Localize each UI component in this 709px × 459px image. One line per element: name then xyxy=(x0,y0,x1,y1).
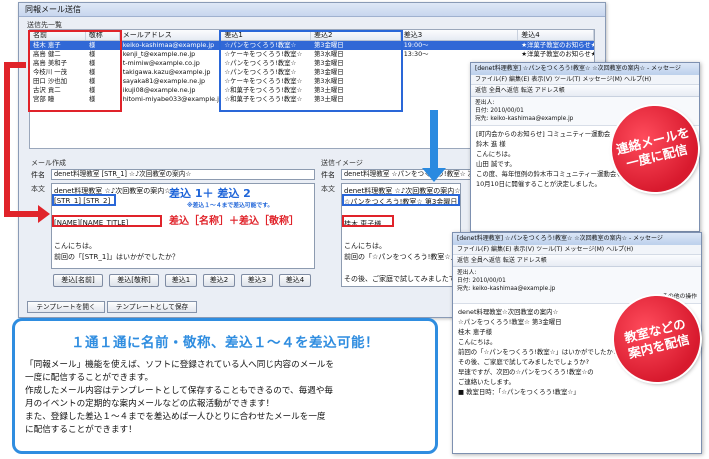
table-cell: kenji_t@example.ne.jp xyxy=(122,50,196,58)
table-cell: keiko-kashimaa@example.jp xyxy=(122,41,215,49)
preview-name-highlight xyxy=(342,215,394,227)
table-cell: ikuji08@example.ne.jp xyxy=(122,86,196,94)
mail2-date: 日付: 2010/00/01 xyxy=(457,278,506,284)
tab-open-template[interactable]: テンプレートを開く xyxy=(27,301,105,313)
mail2-to: 宛先: keiko-kashimaa@example.jp xyxy=(457,286,556,292)
name-title-callout: 差込［名称］＋差込［敬称］ xyxy=(169,216,299,227)
preview-subject-label: 件名 xyxy=(321,170,335,179)
preview-line: その後、ご家庭で試してみましたでしょうか? xyxy=(344,275,460,283)
mail1-toolbar[interactable]: 返信 全員へ返信 転送 アドレス帳 xyxy=(471,85,699,97)
body-line: こんにちは。 xyxy=(54,242,96,250)
subject-input[interactable]: denet料理教室 [STR_1] ☆♪次回教室の案内☆ xyxy=(51,169,315,180)
mail2-title: [denet料理教室] ☆パンをつくろう!教室☆ ☆次回教室の案内☆ - メッセ… xyxy=(453,233,701,245)
table-cell: 13:30～ xyxy=(403,50,429,58)
table-cell: 19:00～ xyxy=(403,41,429,49)
preview-line xyxy=(344,263,458,274)
table-cell: ★洋菓子教室のお知らせ★ xyxy=(521,41,595,49)
preview-line xyxy=(344,230,458,241)
info-paragraph: また、登録した差込１～４までを差込めば一人ひとりに合わせたメールを一度 xyxy=(25,412,326,422)
preview-line: 前回の「☆パンをつくろう!教室☆」はいかがでしたか? xyxy=(344,253,460,261)
mail2-line: ■ 教室日時：「☆パンをつくろう!教室☆」 xyxy=(458,388,580,396)
info-paragraph: 一度に配信することができます。 xyxy=(25,373,154,383)
insert12-callout: 差込 1＋ 差込 2 xyxy=(169,187,251,200)
insert-name-button[interactable]: 差込[名前] xyxy=(53,274,103,287)
red-arrow-vertical xyxy=(4,62,10,217)
insert2-button[interactable]: 差込2 xyxy=(203,274,235,287)
col-email[interactable]: メールアドレス xyxy=(120,30,222,40)
body-line: 前回の「[STR_1]」はいかがでしたか？ xyxy=(54,253,179,261)
mail1-menu[interactable]: ファイル(F) 編集(E) 表示(V) ツール(T) メッセージ(M) ヘルプ(… xyxy=(471,75,699,85)
info-paragraph: 作成したメール内容はテンプレートとして保存することもできるので、毎週や毎 xyxy=(25,386,334,396)
subject-label: 件名 xyxy=(31,170,45,179)
body-line xyxy=(54,230,312,241)
red-arrow-bottom xyxy=(4,211,40,217)
preview-body-label: 本文 xyxy=(321,185,335,193)
str-placeholder-highlight xyxy=(52,194,116,206)
insert3-button[interactable]: 差込3 xyxy=(241,274,273,287)
preview-label: 送信イメージ xyxy=(321,159,363,167)
insert1-button[interactable]: 差込1 xyxy=(165,274,197,287)
col-insert3[interactable]: 差込3 xyxy=(401,30,519,40)
mail2-toolbar[interactable]: 返信 全員へ返信 転送 アドレス帳 xyxy=(453,255,701,267)
insert12-note: ※差込１～４まで差込可能です。 xyxy=(187,203,274,209)
preview-subject-row: 件名 denet料理教室 ☆パンをつくろう!教室☆ 次回教室の案内☆ xyxy=(321,169,481,180)
info-paragraph: に配信することができます！ xyxy=(25,425,137,435)
red-arrow-head xyxy=(38,205,50,223)
mail2-from: 差出人: xyxy=(457,270,477,276)
info-title: １通１通に名前・敬称、差込１～４を差込可能！ xyxy=(71,335,379,351)
table-cell: ★洋菓子教室のお知らせ★ xyxy=(521,50,595,58)
table-cell: takigawa.kazu@example.jp xyxy=(122,68,211,76)
name-placeholder-highlight xyxy=(52,215,162,227)
subject-row: 件名 denet料理教室 [STR_1] ☆♪次回教室の案内☆ xyxy=(31,169,315,180)
preview-insert-highlight xyxy=(342,194,460,206)
preview-line: こんにちは。 xyxy=(344,242,386,250)
blue-arrow-head xyxy=(422,168,446,182)
info-box: １通１通に名前・敬称、差込１～４を差込可能！ 「同報メール」機能を使えば、ソフト… xyxy=(12,318,438,454)
preview-subject: denet料理教室 ☆パンをつくろう!教室☆ 次回教室の案内☆ xyxy=(341,169,481,180)
insert-highlight xyxy=(219,30,403,112)
insert-title-button[interactable]: 差込[敬称] xyxy=(109,274,159,287)
body-label: 本文 xyxy=(31,185,45,193)
mail1-title: [denet料理教室] ☆パンをつくろう!教室☆ ☆次回教室の案内☆ - メッセ… xyxy=(471,63,699,75)
info-paragraph: 「同報メール」機能を使えば、ソフトに登録されている人へ同じ内容のメールを xyxy=(25,360,335,370)
tab-save-template[interactable]: テンプレートとして保存 xyxy=(107,301,197,313)
table-cell: sayaka81@example.ne.jp xyxy=(122,77,206,85)
info-paragraph: 月のイベントの定期的な案内メールなどの広報活動ができます！ xyxy=(25,399,275,409)
mail2-menu[interactable]: ファイル(F) 編集(E) 表示(V) ツール(T) メッセージ(M) ヘルプ(… xyxy=(453,245,701,255)
blue-arrow-vertical xyxy=(430,110,438,170)
col-insert4[interactable]: 差込4 xyxy=(518,30,594,40)
name-title-highlight xyxy=(28,30,122,112)
window-title: 同報メール送信 xyxy=(19,3,605,17)
table-cell: hitomi-miyabe033@example.jp xyxy=(122,95,222,103)
composer-label: メール作成 xyxy=(31,159,66,167)
insert4-button[interactable]: 差込4 xyxy=(279,274,311,287)
table-cell: t-mimiw@example.co.jp xyxy=(122,59,200,67)
